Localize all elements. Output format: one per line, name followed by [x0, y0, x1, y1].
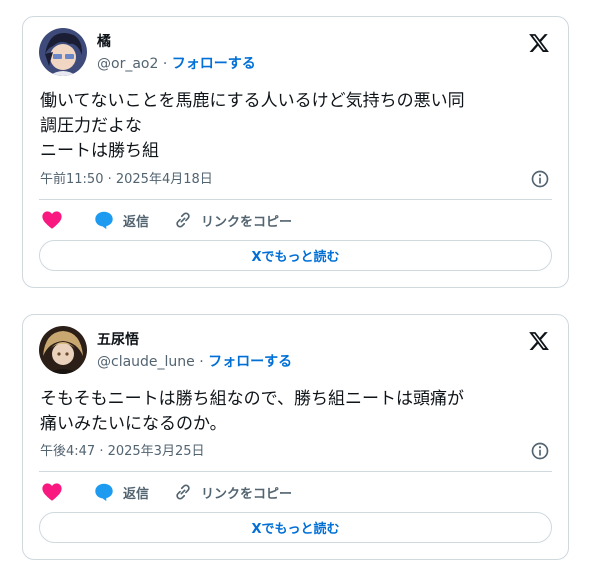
like-button[interactable] — [41, 208, 63, 232]
follow-button[interactable]: フォローする — [172, 56, 256, 72]
read-more-button[interactable]: Xでもっと読む — [39, 240, 552, 271]
separator: · — [162, 56, 168, 72]
separator: · — [199, 354, 204, 370]
tweet-text: そもそもニートは勝ち組なので、勝ち組ニートは頭痛が 痛いみたいになるのか。 — [40, 389, 464, 434]
link-icon — [176, 484, 190, 500]
tweet-card: 五尿悟 @claude_lune · フォローする そもそもニートは勝ち組なので… — [22, 314, 569, 560]
like-button[interactable] — [41, 480, 63, 504]
divider — [39, 199, 552, 200]
tweet-timestamp[interactable]: 午後4:47 · 2025年3月25日 — [40, 443, 205, 461]
avatar[interactable] — [39, 28, 87, 76]
action-bar: 返信 リンクをコピー — [39, 480, 552, 504]
reply-button[interactable]: 返信 — [93, 480, 149, 504]
author-name[interactable]: 五尿悟 — [97, 332, 139, 348]
reply-bubble-icon — [95, 211, 113, 230]
author-handle-row: @claude_lune · フォローする — [97, 353, 292, 371]
tweet-text: 働いてないことを馬鹿にする人いるけど気持ちの悪い同 調圧力だよな ニートは勝ち組 — [40, 91, 465, 161]
link-icon — [176, 212, 190, 228]
x-logo-icon[interactable] — [528, 330, 550, 352]
follow-button[interactable]: フォローする — [208, 354, 292, 370]
divider — [39, 471, 552, 472]
copy-link-button[interactable]: リンクをコピー — [173, 480, 292, 504]
reply-bubble-icon — [95, 483, 113, 502]
copy-link-label: リンクをコピー — [201, 486, 293, 502]
copy-link-label: リンクをコピー — [201, 214, 293, 230]
author-name[interactable]: 橘 — [97, 34, 111, 50]
author-handle[interactable]: @claude_lune — [97, 354, 195, 370]
author-handle[interactable]: @or_ao2 — [97, 56, 158, 72]
info-icon[interactable] — [530, 169, 550, 189]
action-bar: 返信 リンクをコピー — [39, 208, 552, 232]
heart-icon — [42, 211, 62, 229]
tweet-card: 橘 @or_ao2 · フォローする 働いてないことを馬鹿にする人いるけど気持ち… — [22, 16, 569, 288]
heart-icon — [42, 483, 62, 501]
reply-label: 返信 — [123, 214, 150, 230]
tweet-timestamp[interactable]: 午前11:50 · 2025年4月18日 — [40, 171, 213, 189]
reply-button[interactable]: 返信 — [93, 208, 149, 232]
reply-label: 返信 — [123, 486, 150, 502]
copy-link-button[interactable]: リンクをコピー — [173, 208, 292, 232]
info-icon[interactable] — [530, 441, 550, 461]
x-logo-icon[interactable] — [528, 32, 550, 54]
author-handle-row: @or_ao2 · フォローする — [97, 55, 256, 73]
read-more-button[interactable]: Xでもっと読む — [39, 512, 552, 543]
avatar[interactable] — [39, 326, 87, 374]
